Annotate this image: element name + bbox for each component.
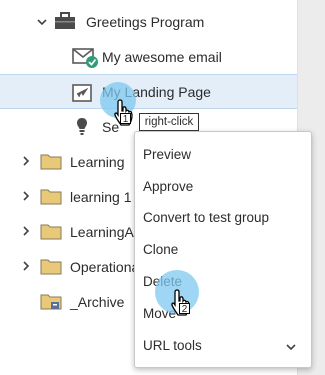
step-badge-1: 1 [120,113,131,125]
chevron-down-icon[interactable] [285,341,297,353]
archive-folder-icon [40,294,62,310]
email-approved-icon [72,48,98,68]
folder-icon [40,224,62,240]
right-click-tooltip: right-click [139,113,199,131]
menu-item-approve[interactable]: Approve [143,179,193,195]
menu-item-clone[interactable]: Clone [143,242,178,258]
program-label: Greetings Program [86,14,205,30]
menu-item-convert-to-test-group[interactable]: Convert to test group [143,210,269,226]
menu-item-url-tools[interactable]: URL tools [143,338,202,354]
menu-item-preview[interactable]: Preview [143,147,191,163]
tree-row-program[interactable]: Greetings Program [0,4,297,39]
landing-page-icon [72,84,92,102]
folder-label: Operational [70,259,143,275]
tree-row-email[interactable]: My awesome email [0,39,297,74]
folder-icon [40,154,62,170]
briefcase-icon [55,12,75,29]
email-label: My awesome email [102,49,222,65]
tree-row-landing-page[interactable]: My Landing Page [0,74,297,109]
chevron-down-icon[interactable] [36,16,48,28]
chevron-right-icon[interactable] [20,190,32,202]
archive-label: _Archive [70,294,125,310]
context-menu: Preview Approve Convert to test group Cl… [134,131,312,368]
chevron-right-icon[interactable] [20,225,32,237]
step-badge-2: 2 [179,303,190,315]
lightbulb-icon [77,118,87,135]
folder-label: learning 1 [70,189,132,205]
folder-label: Learning [70,154,125,170]
folder-icon [40,189,62,205]
folder-icon [40,259,62,275]
chevron-right-icon[interactable] [20,260,32,272]
chevron-right-icon[interactable] [20,155,32,167]
